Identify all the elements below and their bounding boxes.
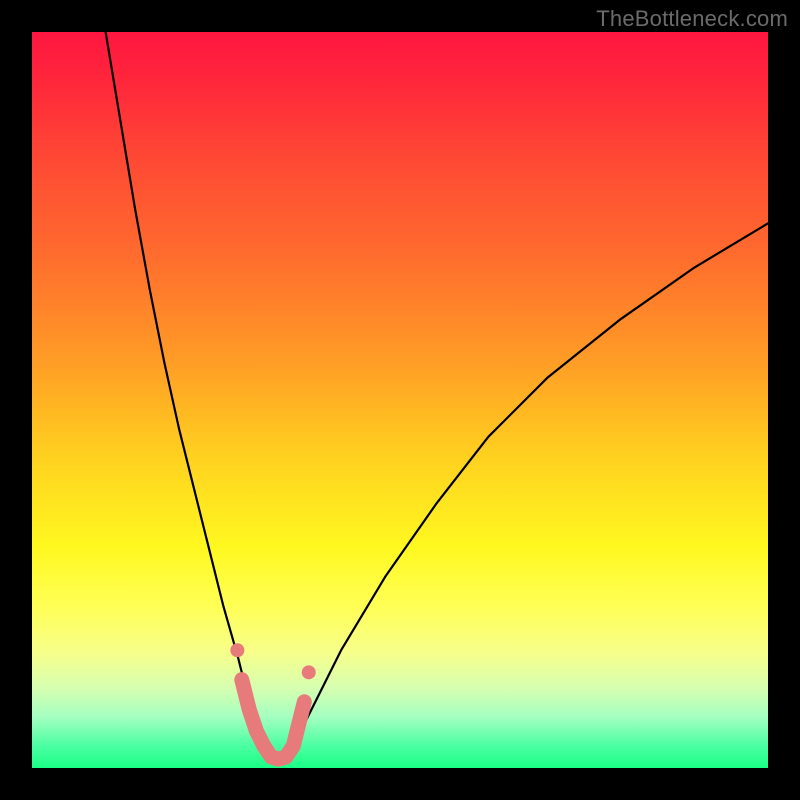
chart-frame: TheBottleneck.com: [0, 0, 800, 800]
highlight-path: [242, 680, 305, 759]
watermark-text: TheBottleneck.com: [596, 6, 788, 32]
highlight-dot: [302, 665, 316, 679]
plot-area: [32, 32, 768, 768]
bottleneck-curve: [106, 32, 768, 761]
highlight-dot: [230, 643, 244, 657]
highlight-markers: [230, 643, 315, 759]
curve-svg: [32, 32, 768, 768]
